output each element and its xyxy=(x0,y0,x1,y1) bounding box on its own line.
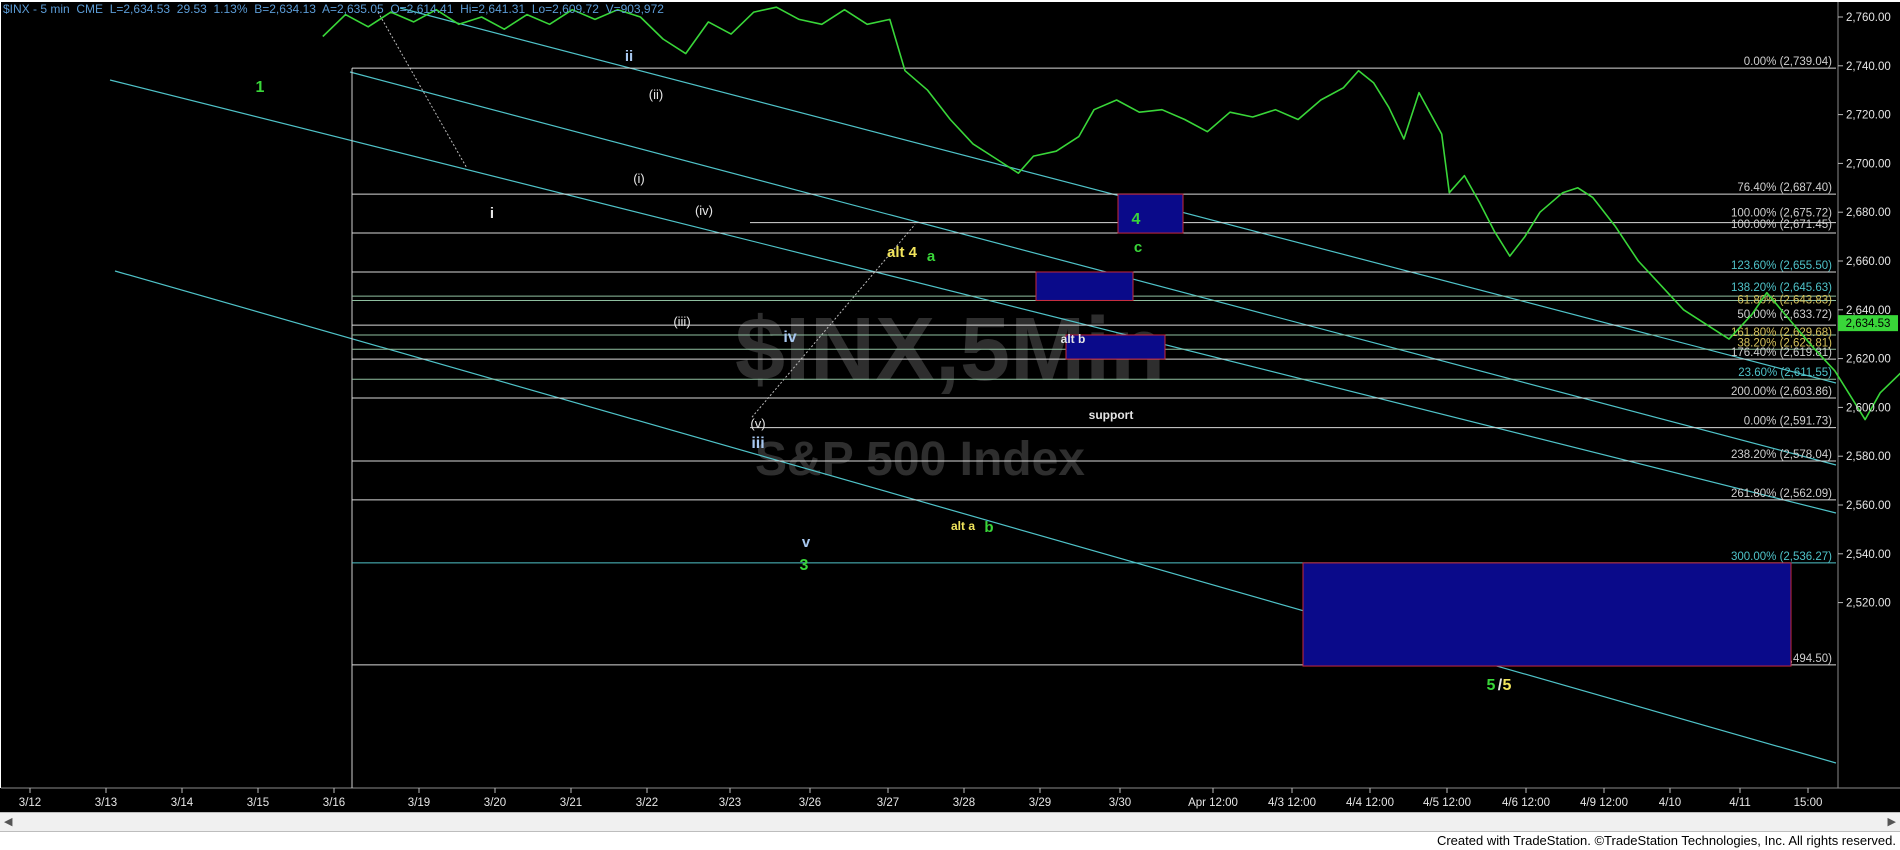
header-bid: B=2,634.13 xyxy=(254,2,316,16)
y-tick-label: 2,560.00 xyxy=(1846,500,1891,512)
wave-label: 4 xyxy=(1132,211,1141,228)
target-box-alt-b[interactable] xyxy=(1035,271,1134,301)
x-tick-label: 3/26 xyxy=(799,797,821,809)
header-volume: V=903,972 xyxy=(605,2,664,16)
fib-level-label: 0.00% (2,591.73) xyxy=(1744,416,1832,428)
x-tick-label: 4/6 12:00 xyxy=(1502,797,1550,809)
scroll-right-arrow-icon[interactable]: ▶ xyxy=(1888,815,1896,828)
y-tick-label: 2,740.00 xyxy=(1846,61,1891,73)
x-tick-label: 4/4 12:00 xyxy=(1346,797,1394,809)
fib-level-label: 100.00% (2,671.45) xyxy=(1731,219,1832,231)
x-tick-label: 3/15 xyxy=(247,797,269,809)
header-change: 29.53 xyxy=(176,2,207,16)
header-symbol: $INX - 5 min xyxy=(3,2,70,16)
x-tick-label: 3/12 xyxy=(19,797,41,809)
y-tick-label: 2,720.00 xyxy=(1846,110,1891,122)
last-price-tag-label: 2,634.53 xyxy=(1846,318,1891,330)
x-tick-label: 3/16 xyxy=(323,797,345,809)
x-tick-label: 3/27 xyxy=(877,797,899,809)
fib-level-label: 100.00% (2,675.72) xyxy=(1731,208,1832,220)
wave-label: 3 xyxy=(800,557,809,574)
wave-label: (v) xyxy=(750,416,765,431)
header-exchange: CME xyxy=(76,2,104,16)
x-tick-label: 3/23 xyxy=(719,797,741,809)
wave-label: iii xyxy=(751,435,764,452)
quote-header: $INX - 5 min CME L=2,634.53 29.53 1.13% … xyxy=(3,2,664,16)
y-tick-label: 2,620.00 xyxy=(1846,354,1891,366)
x-tick-label: 3/28 xyxy=(953,797,975,809)
fib-level-label: 76.40% (2,687.40) xyxy=(1737,182,1832,194)
wave-label: (i) xyxy=(633,171,645,186)
fib-level-label: 238.20% (2,578.04) xyxy=(1731,449,1832,461)
header-change-pct: 1.13% xyxy=(213,2,248,16)
fib-level-label: 200.00% (2,603.86) xyxy=(1731,386,1832,398)
x-tick-label: 3/19 xyxy=(408,797,430,809)
wave-label: 5 xyxy=(1503,677,1512,694)
y-tick-label: 2,700.00 xyxy=(1846,158,1891,170)
wave-label: 1 xyxy=(256,79,265,96)
y-tick-label: 2,540.00 xyxy=(1846,549,1891,561)
wave-label: b xyxy=(984,519,993,536)
x-tick-label: 3/20 xyxy=(484,797,506,809)
x-tick-label: 4/3 12:00 xyxy=(1268,797,1316,809)
fib-level-label: 0.00% (2,739.04) xyxy=(1744,56,1832,68)
x-tick-label: Apr 12:00 xyxy=(1188,797,1238,809)
wave-label: alt a xyxy=(951,519,975,533)
fib-level-label: 23.60% (2,611.55) xyxy=(1738,367,1832,379)
header-high: Hi=2,641.31 xyxy=(460,2,526,16)
x-tick-label: 3/21 xyxy=(560,797,582,809)
fib-level-label: 123.60% (2,655.50) xyxy=(1731,260,1832,272)
copyright-footer: Created with TradeStation. ©TradeStation… xyxy=(1436,833,1896,848)
x-tick-label: 3/14 xyxy=(171,797,194,809)
y-tick-label: 2,580.00 xyxy=(1846,451,1891,463)
fib-level-label: 61.80% (2,643.83) xyxy=(1737,294,1832,306)
fib-level-label: 138.20% (2,645.63) xyxy=(1731,282,1832,294)
header-ask: A=2,635.05 xyxy=(321,2,384,16)
x-tick-label: 3/30 xyxy=(1109,797,1131,809)
wave-label: (iii) xyxy=(673,314,690,329)
wave-label: alt b xyxy=(1061,332,1086,346)
horizontal-scrollbar[interactable]: ◀ ▶ xyxy=(0,812,1900,832)
x-tick-label: 4/5 12:00 xyxy=(1423,797,1471,809)
x-tick-label: 3/29 xyxy=(1029,797,1051,809)
header-last: L=2,634.53 xyxy=(109,2,171,16)
wave-label: a xyxy=(927,248,936,265)
scroll-left-arrow-icon[interactable]: ◀ xyxy=(4,815,12,828)
fib-level-label: 261.80% (2,562.09) xyxy=(1731,488,1832,500)
x-tick-label: 3/22 xyxy=(636,797,658,809)
y-tick-label: 2,660.00 xyxy=(1846,256,1891,268)
x-tick-label: 4/11 xyxy=(1729,797,1751,809)
x-tick-label: 4/10 xyxy=(1659,797,1681,809)
wave-label: 5 xyxy=(1487,677,1496,694)
wave-label: v xyxy=(802,534,811,551)
y-tick-label: 2,520.00 xyxy=(1846,598,1891,610)
wave-label: iv xyxy=(783,329,796,346)
wave-label: i xyxy=(490,205,494,222)
wave-label: c xyxy=(1134,239,1142,256)
price-chart[interactable]: $INX,5MinS&P 500 Index0.00% (2,739.04)76… xyxy=(0,0,1900,850)
chart-window: $INX,5Min S&P 500 Index 0.00% (2,739.04) 76… xyxy=(0,0,1900,850)
header-open: O=2,614.41 xyxy=(390,2,454,16)
wave-label: alt 4 xyxy=(887,244,918,261)
y-tick-label: 2,760.00 xyxy=(1846,12,1891,24)
wave-label: ii xyxy=(625,48,633,65)
wave-label: support xyxy=(1089,408,1134,422)
header-low: Lo=2,609.72 xyxy=(531,2,599,16)
x-tick-label: 4/9 12:00 xyxy=(1580,797,1628,809)
y-tick-label: 2,600.00 xyxy=(1846,402,1891,414)
wave-label: (iv) xyxy=(695,203,713,218)
x-tick-label: 3/13 xyxy=(95,797,117,809)
fib-level-label: 300.00% (2,536.27) xyxy=(1731,551,1832,563)
target-box-5[interactable] xyxy=(1302,562,1792,667)
y-tick-label: 2,640.00 xyxy=(1846,305,1891,317)
fib-level-label: 176.40% (2,619.81) xyxy=(1731,347,1832,359)
watermark-name: S&P 500 Index xyxy=(755,433,1085,486)
y-tick-label: 2,680.00 xyxy=(1846,207,1891,219)
target-box-c[interactable] xyxy=(1117,193,1184,234)
wave-label: (ii) xyxy=(649,87,663,102)
x-tick-label: 15:00 xyxy=(1794,797,1823,809)
